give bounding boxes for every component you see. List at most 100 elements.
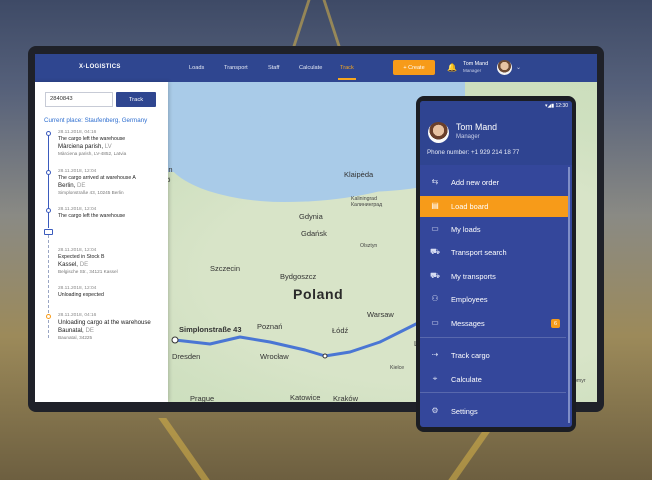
road-line (158, 418, 210, 480)
timeline-dot (46, 314, 51, 319)
timeline-dot (46, 131, 51, 136)
map-label: Katowice (290, 393, 321, 402)
timeline-dot (46, 208, 51, 213)
nav-transport[interactable]: Transport (224, 65, 248, 71)
timeline-line-pending (48, 230, 49, 338)
menu-label: Add new order (451, 178, 500, 187)
menu-label: Messages (451, 319, 485, 328)
event-city: Berlin, DE (58, 181, 86, 189)
event-text: The cargo left the warehouse (58, 136, 126, 143)
people-icon: ⚇ (431, 294, 439, 303)
avatar[interactable] (428, 122, 449, 143)
menu-add-new-order[interactable]: ⇆ Add new order (420, 172, 568, 193)
avatar[interactable] (497, 60, 512, 75)
event-text: The cargo left the warehouse (58, 213, 126, 220)
track-panel: 2840843 Track Current place: Staufenberg… (35, 82, 168, 402)
event-city: Baunatal, DE (58, 326, 94, 334)
timeline-event: 28.11.2018, 12:04 The cargo arrived at w… (58, 169, 164, 196)
timeline-line (48, 133, 49, 228)
map-label: Gdynia (299, 212, 323, 221)
timeline-event: 28.11.2018, 04:16 Unloading cargo at the… (58, 313, 164, 341)
current-place: Current place: Staufenberg, Germany (44, 117, 148, 124)
scrollbar[interactable] (568, 167, 570, 423)
menu-label: Transport search (451, 248, 507, 257)
menu-messages[interactable]: ▭ Messages 6 (420, 313, 568, 334)
map-label: Wrocław (260, 352, 289, 361)
profile-name: Tom Mand (456, 122, 498, 132)
road-line (322, 0, 341, 46)
nav-track[interactable]: Track (340, 65, 354, 71)
menu-label: Employees (451, 295, 488, 304)
divider (420, 392, 566, 393)
event-address: Baunatal, 34225 (58, 334, 93, 340)
nav-staff[interactable]: Staff (268, 65, 279, 71)
map-label: Warsaw (367, 310, 394, 319)
map-label: Dresden (172, 352, 201, 361)
active-tab-indicator (338, 78, 356, 80)
menu-transport-search[interactable]: ⛟ Transport search (420, 242, 568, 263)
route-icon: ⌖ (432, 374, 438, 383)
profile-role: Manager (456, 134, 480, 140)
gear-icon: ⚙ (431, 406, 439, 415)
event-address: Màrciena parish, LV-4852, Latvia (58, 150, 127, 156)
map-label: Poznań (257, 322, 283, 331)
map-label: Klaipėda (344, 170, 374, 179)
truck-search-icon: ⛟ (429, 247, 441, 256)
menu-settings[interactable]: ⚙ Settings (420, 401, 568, 422)
status-bar: ▾◢▮ 12:30 (544, 103, 568, 109)
profile-phone: Phone number: +1 929 214 18 77 (427, 149, 520, 156)
brand-logo[interactable]: X-LOGISTICS (79, 64, 121, 70)
map-label: Kielce (390, 365, 405, 371)
document-icon: ▭ (431, 224, 439, 233)
truck-icon (44, 229, 53, 235)
map-label: Bydgoszcz (280, 272, 317, 281)
nav-calculate[interactable]: Calculate (299, 65, 322, 71)
menu-label: Calculate (451, 375, 482, 384)
map-label: Szczecin (210, 264, 241, 273)
tracking-number-input[interactable]: 2840843 (45, 92, 113, 107)
user-role: Manager (463, 68, 482, 73)
menu-load-board[interactable]: ▤ Load board (420, 196, 568, 217)
bell-icon[interactable]: 🔔 (447, 63, 457, 72)
truck-add-icon: ⇆ (431, 177, 439, 186)
map-label: Poland (293, 286, 344, 302)
menu-my-transports[interactable]: ⛟ My transports (420, 266, 568, 287)
event-text: Unloading cargo at the warehouse (58, 319, 151, 327)
menu-employees[interactable]: ⚇ Employees (420, 289, 568, 310)
user-name[interactable]: Tom Mand (463, 61, 488, 67)
chevron-down-icon[interactable]: ⌄ (516, 64, 521, 71)
top-nav-bar: X-LOGISTICS Loads Transport Staff Calcul… (35, 54, 597, 82)
divider (420, 337, 566, 338)
nav-loads[interactable]: Loads (189, 65, 204, 71)
timeline-event: 28.11.2018, 04:16 The cargo left the war… (58, 130, 164, 157)
event-city: Màrciena parish, LV (58, 142, 112, 150)
map-label: Kraków (333, 394, 359, 402)
route-start-label: Simplonstraße 43 (179, 325, 242, 334)
truck-icon: ⛟ (429, 271, 441, 280)
map-label: Prague (190, 394, 215, 402)
event-city: Kassel, DE (58, 260, 89, 268)
road-line (292, 0, 311, 46)
map-label: Gdańsk (301, 229, 327, 238)
message-icon: ▭ (431, 318, 439, 327)
phone: ▾◢▮ 12:30 Tom Mand Manager Phone number:… (416, 96, 576, 432)
menu-label: My transports (451, 272, 496, 281)
status-time: 12:30 (555, 103, 568, 109)
event-text: The cargo arrived at warehouse A (58, 175, 136, 182)
menu-calculate[interactable]: ⌖ Calculate (420, 369, 568, 390)
track-button[interactable]: Track (116, 92, 156, 107)
menu-my-loads[interactable]: ▭ My loads (420, 219, 568, 240)
create-button[interactable]: + Create (393, 60, 435, 75)
timeline-event: 28.11.2018, 12:04 Unloading expected (58, 286, 164, 299)
menu-label: Settings (451, 407, 478, 416)
menu-label: Load board (451, 202, 489, 211)
timeline-dot (46, 170, 51, 175)
timeline-event: 28.11.2018, 12:04 Expected in Stock B Ka… (58, 248, 164, 275)
map-label: Olsztyn (360, 243, 378, 249)
menu-label: My loads (451, 225, 481, 234)
phone-screen: ▾◢▮ 12:30 Tom Mand Manager Phone number:… (420, 101, 572, 427)
timeline-event: 28.11.2018, 12:04 The cargo left the war… (58, 207, 164, 220)
menu-label: Track cargo (451, 351, 490, 360)
event-address: Belgische Str., 34121 Kassel (58, 268, 118, 274)
menu-track-cargo[interactable]: ⇢ Track cargo (420, 345, 568, 366)
